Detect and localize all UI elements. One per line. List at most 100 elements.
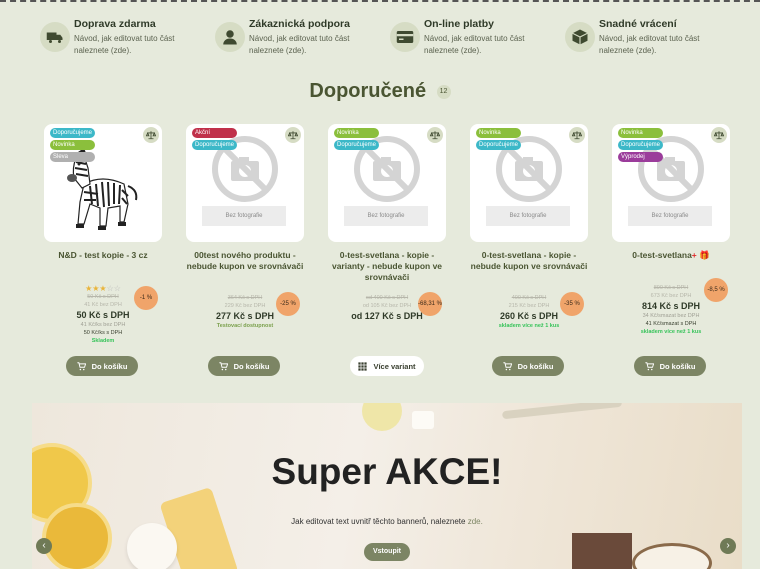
- banner-link[interactable]: zde.: [468, 517, 483, 526]
- product-flags: Novinka Doporučujeme Výprodej: [618, 128, 664, 162]
- benefit-text[interactable]: Návod, jak editovat tuto část naleznete …: [74, 33, 199, 57]
- banner-text: Jak editovat text uvnitř těchto bannerů,…: [32, 517, 742, 526]
- button-label: Do košíku: [91, 361, 128, 371]
- price-net: 41 Kč/ks bez DPH: [80, 322, 126, 328]
- no-photo-label: Bez fotografie: [202, 206, 286, 226]
- product-image[interactable]: Doporučujeme Novinka Sleva: [44, 124, 162, 242]
- dark-jar-image: [572, 533, 632, 569]
- button-label: Do košíku: [659, 361, 696, 371]
- product-name[interactable]: 00test nového produktu - nebude kupon ve…: [186, 250, 304, 284]
- gift-plus-marker: +: [691, 250, 697, 260]
- box-icon: [565, 22, 595, 52]
- credit-card-icon: [390, 22, 420, 52]
- flag-badge: Doporučujeme: [50, 128, 96, 138]
- product-image[interactable]: Bez fotografie Novinka Doporučujeme Výpr…: [612, 124, 730, 242]
- section-title: Doporučené: [309, 80, 427, 102]
- product-name[interactable]: 0-test-svetlana - kopie - varianty - neb…: [328, 250, 446, 284]
- flag-badge: Novinka: [618, 128, 664, 138]
- user-icon: [215, 22, 245, 52]
- cart-icon: [76, 361, 86, 370]
- add-to-cart-button[interactable]: Do košíku: [634, 356, 706, 376]
- cart-icon: [218, 361, 228, 370]
- section-heading: Doporučené 12: [0, 80, 760, 103]
- button-label: Do košíku: [233, 361, 270, 371]
- banner-title: Super AKCE!: [271, 451, 503, 492]
- no-photo-label: Bez fotografie: [486, 206, 570, 226]
- stock-status: skladem více než 1 kus: [498, 323, 560, 329]
- product-name-text[interactable]: 0-test-svetlana: [632, 250, 692, 260]
- benefit-text[interactable]: Návod, jak editovat tuto část naleznete …: [249, 33, 374, 57]
- benefit-title: Zákaznická podpora: [249, 18, 350, 30]
- cream-jar-image: [127, 523, 177, 569]
- benefit-title: On-line platby: [424, 18, 495, 30]
- add-to-cart-button[interactable]: Do košíku: [66, 356, 138, 376]
- stock-status: Skladem: [91, 338, 115, 344]
- price-net: 34 Kč/smazat bez DPH: [642, 313, 700, 319]
- promo-banner[interactable]: Super AKCE! Jak editovat text uvnitř těc…: [32, 403, 742, 569]
- compare-scale-icon[interactable]: [569, 127, 585, 143]
- flag-badge: Novinka: [334, 128, 380, 138]
- benefit-text[interactable]: Návod, jak editovat tuto část naleznete …: [424, 33, 549, 57]
- flag-badge: Akční: [192, 128, 238, 138]
- benefit-support: Zákaznická podpora Návod, jak editovat t…: [215, 18, 390, 57]
- compare-scale-icon[interactable]: [143, 127, 159, 143]
- flag-badge: Výprodej: [618, 152, 664, 162]
- price: 814 Kč s DPH: [641, 301, 701, 311]
- product-card: Doporučujeme Novinka Sleva N&D - test ko…: [44, 124, 162, 376]
- no-photo-label: Bez fotografie: [628, 206, 712, 226]
- orange-slice-image: [42, 503, 112, 569]
- product-prices: 364 Kč s DPH 229 Kč bez DPH 277 Kč s DPH…: [186, 284, 304, 348]
- banner-text-body: Jak editovat text uvnitř těchto bannerů,…: [291, 517, 466, 526]
- flag-badge: Doporučujeme: [192, 140, 238, 150]
- coconut-image: [632, 543, 712, 569]
- product-flags: Akční Doporučujeme: [192, 128, 238, 150]
- benefit-title: Snadné vrácení: [599, 18, 677, 30]
- button-label: Více variant: [373, 361, 416, 371]
- top-dashed-border: [0, 0, 760, 2]
- product-flags: Doporučujeme Novinka Sleva: [50, 128, 96, 162]
- add-to-cart-button[interactable]: Do košíku: [492, 356, 564, 376]
- flag-badge: Doporučujeme: [476, 140, 522, 150]
- bottle-image: [412, 411, 434, 429]
- product-name[interactable]: 0-test-svetlana - kopie - nebude kupon v…: [470, 250, 588, 284]
- product-name-text[interactable]: 0-test-svetlana - kopie - nebude kupon v…: [471, 250, 588, 271]
- compare-scale-icon[interactable]: [427, 127, 443, 143]
- flag-badge: Sleva: [50, 152, 96, 162]
- enter-button[interactable]: Vstoupit: [364, 543, 410, 561]
- compare-scale-icon[interactable]: [711, 127, 727, 143]
- benefit-payments: On-line platby Návod, jak editovat tuto …: [390, 18, 565, 57]
- benefit-title: Doprava zdarma: [74, 18, 156, 30]
- button-label: Do košíku: [517, 361, 554, 371]
- product-image[interactable]: Bez fotografie Akční Doporučujeme: [186, 124, 304, 242]
- discount-badge: -68,31 %: [418, 292, 442, 316]
- no-photo-label: Bez fotografie: [344, 206, 428, 226]
- compare-scale-icon[interactable]: [285, 127, 301, 143]
- product-flags: Novinka Doporučujeme: [334, 128, 380, 150]
- slider-prev-arrow-icon[interactable]: ‹: [36, 538, 52, 554]
- unit-price: 50 Kč/ks s DPH: [83, 330, 123, 336]
- product-name[interactable]: N&D - test kopie - 3 cz: [44, 250, 162, 284]
- flag-badge: Doporučujeme: [334, 140, 380, 150]
- more-variants-button[interactable]: Více variant: [350, 356, 424, 376]
- product-flags: Novinka Doporučujeme: [476, 128, 522, 150]
- product-name-text[interactable]: 0-test-svetlana - kopie - varianty - neb…: [332, 250, 442, 282]
- discount-badge: -25 %: [276, 292, 300, 316]
- benefit-text[interactable]: Návod, jak editovat tuto část naleznete …: [599, 33, 724, 57]
- price: 50 Kč s DPH: [76, 310, 130, 320]
- discount-badge: -8,5 %: [704, 278, 728, 302]
- product-card: Bez fotografie Novinka Doporučujeme 0-te…: [328, 124, 446, 376]
- flag-badge: Novinka: [50, 140, 96, 150]
- product-name-text[interactable]: N&D - test kopie - 3 cz: [58, 250, 147, 260]
- add-to-cart-button[interactable]: Do košíku: [208, 356, 280, 376]
- product-prices: 400 Kč s DPH 215 Kč bez DPH 260 Kč s DPH…: [470, 284, 588, 348]
- product-image[interactable]: Bez fotografie Novinka Doporučujeme: [470, 124, 588, 242]
- tweezers-image: [501, 403, 623, 420]
- product-image[interactable]: Bez fotografie Novinka Doporučujeme: [328, 124, 446, 242]
- stock-status: Testovací dostupnost: [216, 323, 274, 329]
- benefit-shipping: Doprava zdarma Návod, jak editovat tuto …: [40, 18, 215, 57]
- cart-icon: [502, 361, 512, 370]
- truck-icon: [40, 22, 70, 52]
- product-name-text[interactable]: 00test nového produktu - nebude kupon ve…: [187, 250, 304, 271]
- slider-next-arrow-icon[interactable]: ›: [720, 538, 736, 554]
- lid-image: [362, 403, 402, 431]
